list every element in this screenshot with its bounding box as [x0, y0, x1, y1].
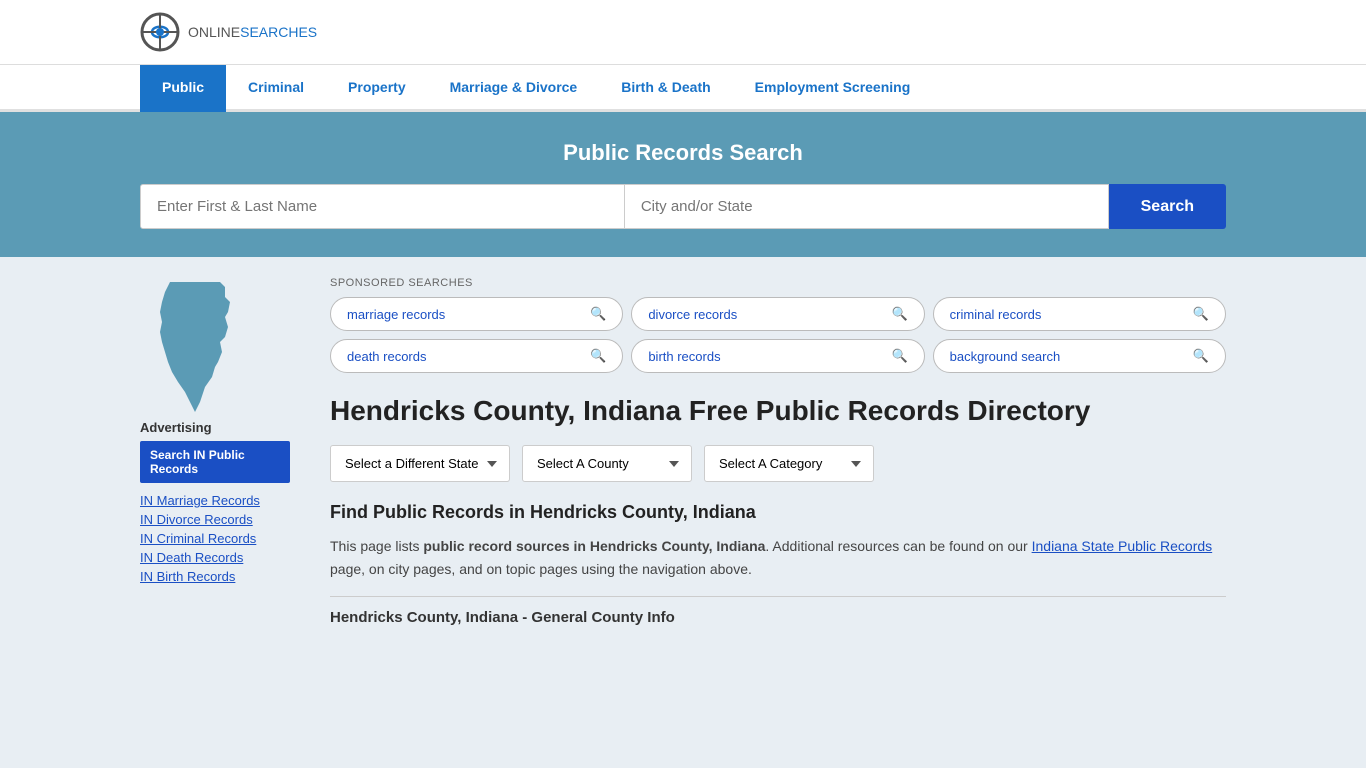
- name-input[interactable]: [140, 184, 625, 229]
- sidebar: Advertising Search IN Public Records IN …: [140, 257, 310, 646]
- hero-section: Public Records Search Search: [0, 112, 1366, 257]
- sidebar-link-death[interactable]: IN Death Records: [140, 550, 290, 565]
- nav-public[interactable]: Public: [140, 65, 226, 112]
- location-input[interactable]: [625, 184, 1109, 229]
- sidebar-link-criminal[interactable]: IN Criminal Records: [140, 531, 290, 546]
- search-button[interactable]: Search: [1109, 184, 1226, 229]
- main-wrapper: Advertising Search IN Public Records IN …: [0, 257, 1366, 646]
- search-icon-6: 🔍: [1193, 348, 1209, 364]
- search-icon-5: 🔍: [891, 348, 907, 364]
- sidebar-link-birth[interactable]: IN Birth Records: [140, 569, 290, 584]
- search-icon-1: 🔍: [590, 306, 606, 322]
- search-icon-4: 🔍: [590, 348, 606, 364]
- dropdown-row: Select a Different State Select A County…: [330, 445, 1226, 482]
- sponsored-label: SPONSORED SEARCHES: [330, 277, 1226, 289]
- advertising-label: Advertising: [140, 420, 290, 435]
- county-info-title: Hendricks County, Indiana - General Coun…: [330, 596, 1226, 626]
- sidebar-link-divorce[interactable]: IN Divorce Records: [140, 512, 290, 527]
- tag-marriage-records[interactable]: marriage records 🔍: [330, 297, 623, 331]
- search-icon-2: 🔍: [891, 306, 907, 322]
- nav-property[interactable]: Property: [326, 65, 428, 112]
- sidebar-link-marriage[interactable]: IN Marriage Records: [140, 493, 290, 508]
- nav-employment[interactable]: Employment Screening: [733, 65, 933, 112]
- find-text: This page lists public record sources in…: [330, 535, 1226, 580]
- hero-title: Public Records Search: [140, 140, 1226, 166]
- logo-text: ONLINESEARCHES: [188, 24, 317, 40]
- category-dropdown[interactable]: Select A Category: [704, 445, 874, 482]
- main-content: SPONSORED SEARCHES marriage records 🔍 di…: [310, 257, 1226, 646]
- nav-criminal[interactable]: Criminal: [226, 65, 326, 112]
- tag-background-search[interactable]: background search 🔍: [933, 339, 1226, 373]
- find-title: Find Public Records in Hendricks County,…: [330, 502, 1226, 523]
- search-icon-3: 🔍: [1193, 306, 1209, 322]
- nav-birth-death[interactable]: Birth & Death: [599, 65, 732, 112]
- ad-button[interactable]: Search IN Public Records: [140, 441, 290, 483]
- tag-criminal-records[interactable]: criminal records 🔍: [933, 297, 1226, 331]
- sponsored-tags: marriage records 🔍 divorce records 🔍 cri…: [330, 297, 1226, 373]
- main-nav: Public Criminal Property Marriage & Divo…: [0, 65, 1366, 112]
- nav-marriage-divorce[interactable]: Marriage & Divorce: [428, 65, 600, 112]
- tag-birth-records[interactable]: birth records 🔍: [631, 339, 924, 373]
- page-title: Hendricks County, Indiana Free Public Re…: [330, 393, 1226, 429]
- indiana-map: [140, 277, 250, 417]
- tag-divorce-records[interactable]: divorce records 🔍: [631, 297, 924, 331]
- logo[interactable]: ONLINESEARCHES: [140, 12, 317, 52]
- state-dropdown[interactable]: Select a Different State: [330, 445, 510, 482]
- indiana-state-link[interactable]: Indiana State Public Records: [1032, 538, 1213, 554]
- county-dropdown[interactable]: Select A County: [522, 445, 692, 482]
- search-form: Search: [140, 184, 1226, 229]
- tag-death-records[interactable]: death records 🔍: [330, 339, 623, 373]
- site-header: ONLINESEARCHES: [0, 0, 1366, 65]
- logo-icon: [140, 12, 180, 52]
